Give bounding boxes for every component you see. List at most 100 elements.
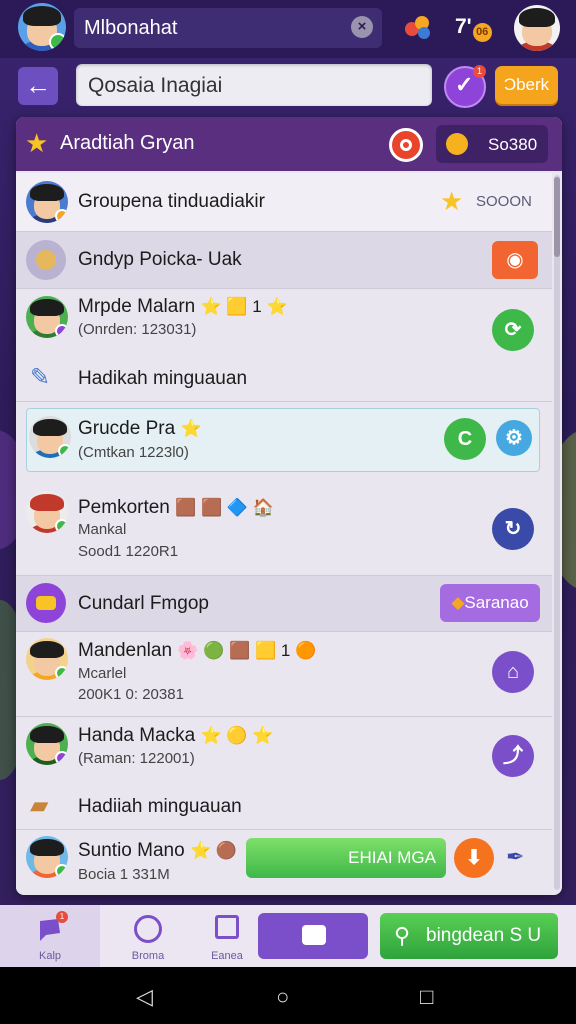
top-bar: Mlbonahat × 7' 06 <box>0 0 576 58</box>
avatar <box>26 491 68 533</box>
tab-messages[interactable] <box>258 913 368 959</box>
list-item[interactable]: Mrpde Malarn ⭐ 🟨 1 ⭐ (Onrden: 123031) ⟳ <box>16 289 552 351</box>
back-button[interactable]: ← <box>18 67 58 105</box>
search-value: Mlbonahat <box>84 17 178 39</box>
arrow-left-icon: ← <box>25 70 51 100</box>
user-avatar[interactable] <box>18 3 66 51</box>
refresh-button[interactable]: ⟳ <box>492 309 534 351</box>
target-icon <box>134 915 162 943</box>
coin-icon: 06 <box>472 23 492 42</box>
envelope-icon <box>302 925 326 945</box>
item-name: Suntio Mano ⭐ 🟤 <box>78 840 237 862</box>
item-sub: Mcarlel <box>78 665 127 682</box>
camera-button[interactable]: ◉ <box>492 241 538 279</box>
record-icon[interactable] <box>389 128 423 162</box>
item-name: Groupena tinduadiakir <box>78 191 265 212</box>
notification-badge: 1 <box>56 911 68 923</box>
star-icon: ★ <box>440 186 464 216</box>
coin-balance[interactable]: So380 <box>436 125 548 163</box>
chat-button[interactable]: C <box>444 418 486 460</box>
x-icon[interactable]: × <box>351 16 373 38</box>
scrollbar-thumb[interactable] <box>554 177 560 257</box>
group-panel: ★ Aradtiah Gryan So380 Groupena tinduadi… <box>16 117 562 895</box>
android-nav-bar: ◁ ○ □ <box>0 967 576 1024</box>
tag-icon: ◆ <box>451 593 465 612</box>
refresh-icon: ⟳ <box>504 319 522 341</box>
score-display: 7' 06 <box>455 15 492 42</box>
invite-button[interactable]: EHIAI MGA <box>246 838 446 878</box>
panel-title: Aradtiah Gryan <box>60 132 195 154</box>
item-emojis: ⭐ 🟤 <box>189 841 238 860</box>
item-sub: (Raman: 122001) <box>78 750 195 767</box>
section-title: Hadiiah minguauan <box>78 796 242 817</box>
home-button[interactable]: ⌂ <box>492 651 534 693</box>
sync-icon: ↻ <box>504 518 522 540</box>
list-item[interactable]: Cundarl Fmgop ◆Saranao <box>16 576 552 632</box>
group-name-value: Qosaia Inagiai <box>88 74 223 97</box>
share-button[interactable]: ⤴ <box>492 735 534 777</box>
item-name-text: Handa Macka <box>78 725 196 746</box>
bottom-nav: 1 Kalp Broma Eanea ⚲ bingdean S U <box>0 905 576 967</box>
item-name: Gndyp Poicka- Uak <box>78 249 242 270</box>
item-name: Mrpde Malarn ⭐ 🟨 1 ⭐ <box>78 296 288 318</box>
join-group-label: Saranao <box>464 593 529 612</box>
section-title: Hadikah minguauan <box>78 368 248 389</box>
item-name-text: Suntio Mano <box>78 840 185 861</box>
chat-icon: C <box>457 428 473 450</box>
search-bar[interactable]: Mlbonahat × <box>74 8 382 48</box>
item-emojis: ⭐ 🟡 ⭐ <box>200 726 274 745</box>
item-name: Mandenlan 🌸 🟢 🟫 🟨 1 🟠 <box>78 640 316 662</box>
list-item[interactable]: Pemkorten 🟫 🟫 🔷 🏠 Mankal Sood1 1220R1 ↻ <box>16 485 552 576</box>
picture-icon <box>215 915 239 939</box>
group-icon <box>26 240 66 280</box>
home-nav-icon[interactable]: ○ <box>276 984 289 1010</box>
group-name-input[interactable]: Qosaia Inagiai <box>76 64 432 106</box>
tab-events[interactable]: Eanea <box>196 905 258 967</box>
avatar <box>29 416 71 458</box>
download-button[interactable]: ⬇ <box>454 838 494 878</box>
pencil-icon: ✎ <box>30 364 51 391</box>
scrollbar[interactable] <box>554 175 560 890</box>
section-header: ✎ Hadikah minguauan <box>16 353 552 402</box>
verified-button[interactable]: ✓ 1 <box>444 65 486 108</box>
item-emojis: 🟫 🟫 🔷 🏠 <box>175 498 274 517</box>
list-item[interactable]: Groupena tinduadiakir ★ SOOON <box>16 173 552 232</box>
tab-browse[interactable]: Broma <box>100 905 196 967</box>
recents-nav-icon[interactable]: □ <box>420 984 433 1010</box>
list-item[interactable]: Gndyp Poicka- Uak ◉ <box>16 232 552 289</box>
score-value: 7' <box>455 15 472 38</box>
bingdean-button[interactable]: ⚲ bingdean S U <box>380 913 558 959</box>
item-emojis: 🌸 🟢 🟫 🟨 1 🟠 <box>177 641 317 660</box>
invite-label: EHIAI MGA <box>348 848 436 867</box>
join-group-button[interactable]: ◆Saranao <box>440 584 540 622</box>
share-icon: ⤴ <box>503 745 523 767</box>
bandage-icon: ▰ <box>30 792 49 819</box>
item-name: Grucde Pra ⭐ <box>78 418 202 440</box>
tab-label: Eanea <box>211 950 243 962</box>
tab-label: Kalp <box>38 950 62 962</box>
list-item[interactable]: Mandenlan 🌸 🟢 🟫 🟨 1 🟠 Mcarlel 200K1 0: 2… <box>16 632 552 717</box>
panel-header: ★ Aradtiah Gryan So380 <box>16 117 562 171</box>
avatar <box>26 836 68 878</box>
back-nav-icon[interactable]: ◁ <box>136 984 153 1010</box>
settings-button[interactable]: ⚙ <box>496 420 532 456</box>
pin-icon[interactable]: ✒ <box>506 844 524 870</box>
sync-button[interactable]: ↻ <box>492 508 534 550</box>
join-button[interactable]: Ɔberk <box>495 66 558 104</box>
tab-label: Broma <box>131 950 165 962</box>
item-name: Cundarl Fmgop <box>78 593 209 614</box>
section-header: ▰ Hadiiah minguauan <box>16 782 552 830</box>
list-item[interactable]: Suntio Mano ⭐ 🟤 Bocia 1 331M EHIAI MGA ⬇… <box>16 830 552 894</box>
item-sub: Bocia 1 331M <box>78 866 170 883</box>
gems-icon[interactable] <box>402 10 434 42</box>
notification-badge: 1 <box>473 65 486 78</box>
avatar <box>26 181 68 223</box>
item-emojis: ⭐ 🟨 1 ⭐ <box>200 297 288 316</box>
item-name-text: Mrpde Malarn <box>78 296 196 317</box>
list-item[interactable]: Grucde Pra ⭐ (Cmtkan 1223Ɩ0) C ⚙ <box>16 406 552 472</box>
friend-avatar[interactable] <box>514 5 560 51</box>
tab-help[interactable]: 1 Kalp <box>0 905 100 967</box>
item-sub: (Onrden: 123031) <box>78 321 197 338</box>
list-item[interactable]: Handa Macka ⭐ 🟡 ⭐ (Raman: 122001) ⤴ <box>16 717 552 779</box>
item-name-text: Pemkorten <box>78 497 170 518</box>
